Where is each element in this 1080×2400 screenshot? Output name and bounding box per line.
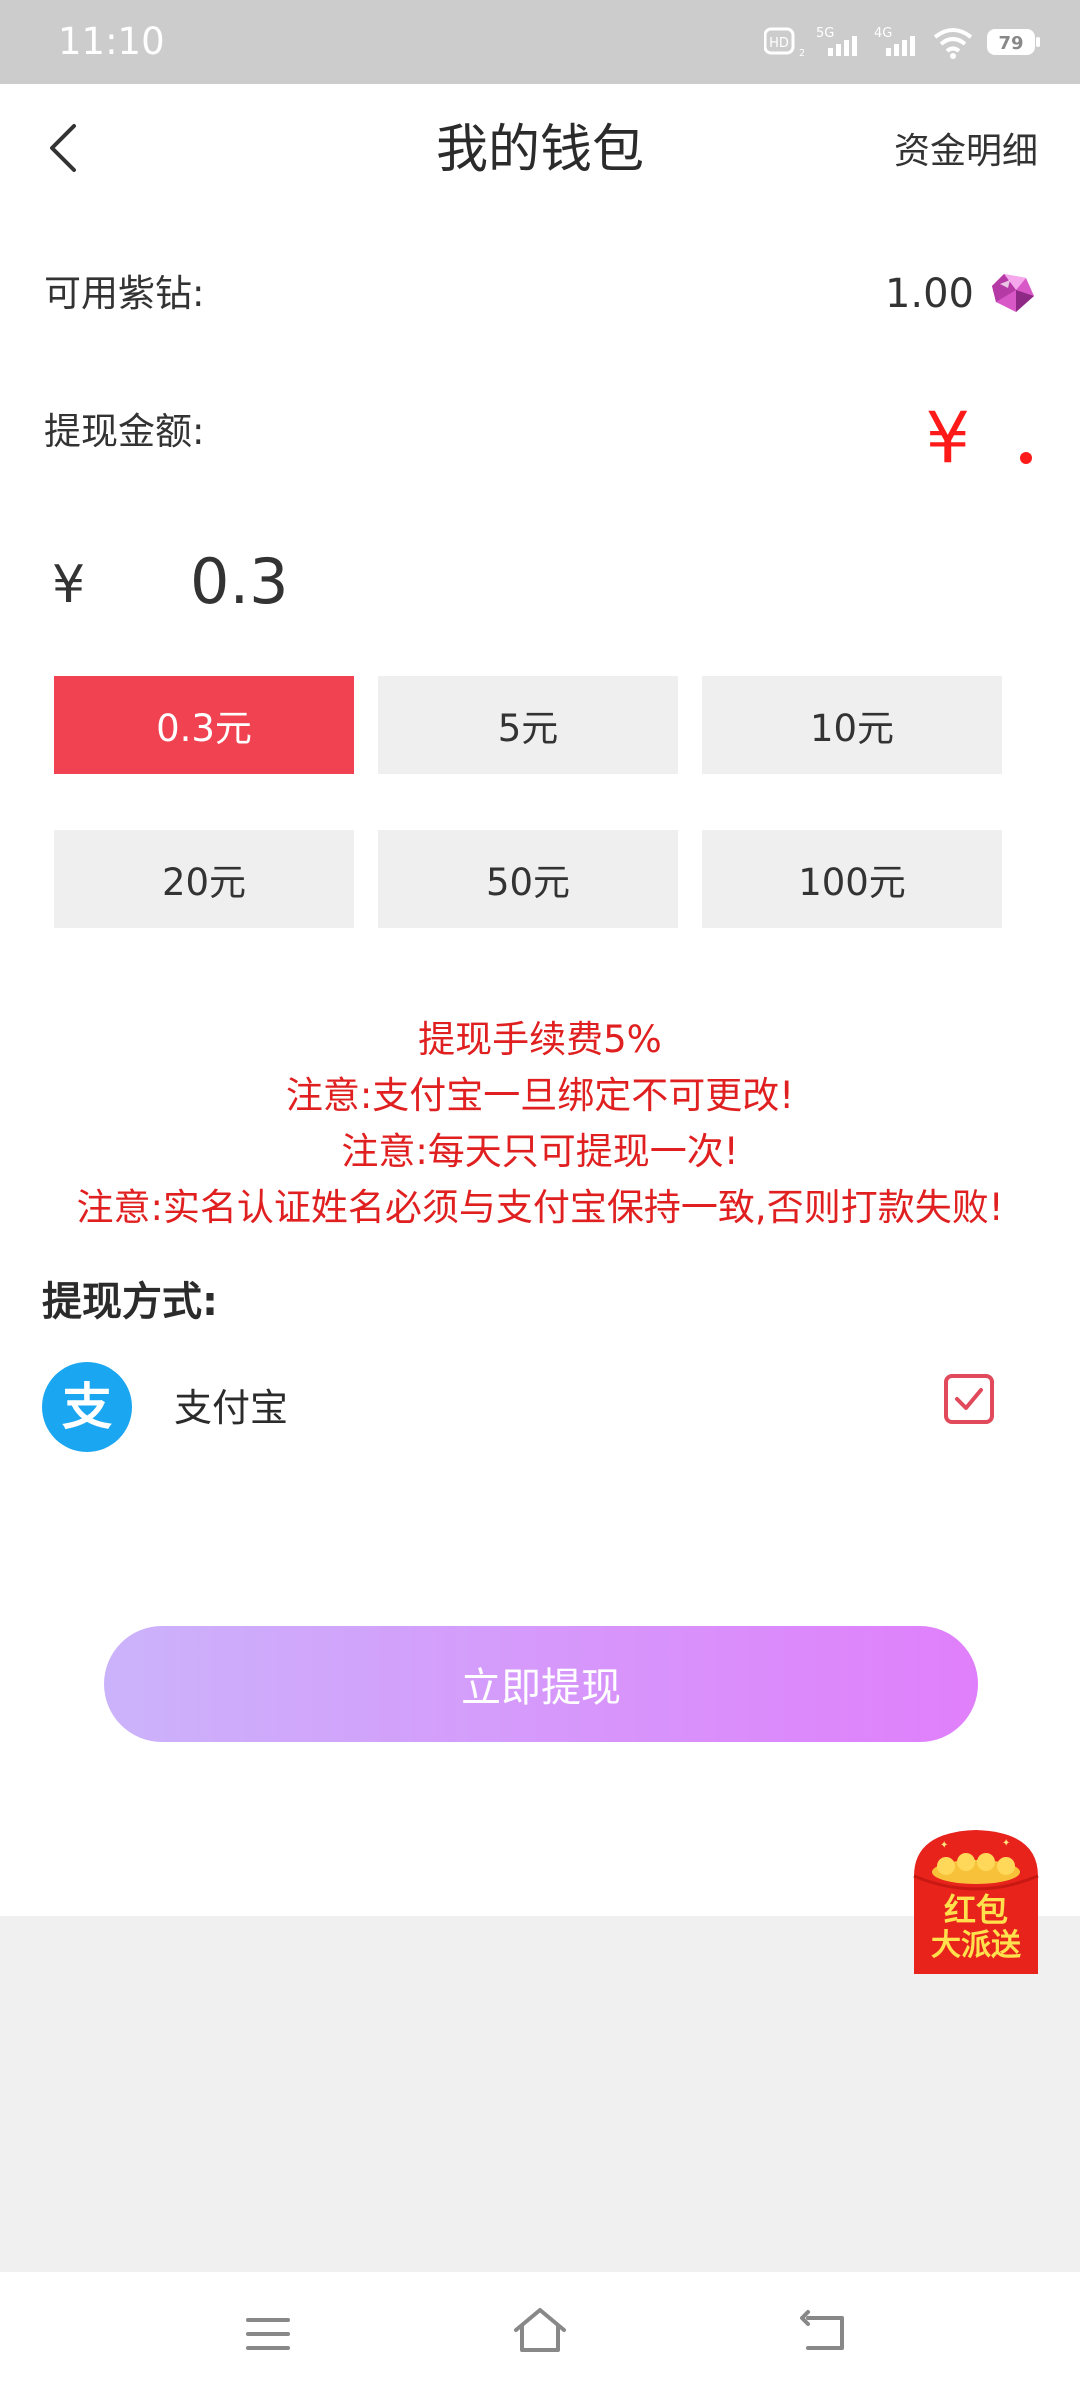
checkmark-icon bbox=[955, 1388, 983, 1410]
menu-icon[interactable] bbox=[244, 2314, 292, 2354]
fund-details-link[interactable]: 资金明细 bbox=[894, 124, 1038, 180]
red-packet-line2: 大派送 bbox=[931, 1928, 1021, 1963]
svg-text:4G: 4G bbox=[874, 26, 892, 41]
alipay-checkbox[interactable] bbox=[944, 1374, 994, 1424]
svg-text:5G: 5G bbox=[816, 26, 834, 41]
hd-icon: HD 2 bbox=[764, 27, 804, 58]
alipay-logo-icon: 支 bbox=[42, 1362, 132, 1452]
red-packet-floating-button[interactable]: ✦ ✦ 红包 大派送 bbox=[910, 1826, 1042, 1974]
svg-text:✦: ✦ bbox=[940, 1840, 948, 1851]
currency-symbol: ¥ bbox=[925, 397, 970, 479]
signal-4g-icon: 4G bbox=[874, 26, 915, 56]
amount-yen-symbol: ¥ bbox=[52, 555, 86, 615]
currency-dot bbox=[1020, 452, 1032, 464]
purple-diamond-icon bbox=[992, 274, 1034, 312]
amount-option-50[interactable]: 50元 bbox=[378, 830, 678, 928]
alipay-option-label[interactable]: 支付宝 bbox=[174, 1380, 288, 1436]
amount-option-20[interactable]: 20元 bbox=[54, 830, 354, 928]
withdraw-method-title: 提现方式: bbox=[42, 1279, 218, 1325]
status-icons: HD 2 5G 4G 79 bbox=[764, 22, 1042, 62]
withdraw-label: 提现金额: bbox=[44, 410, 205, 453]
system-navigation-bar bbox=[0, 2272, 1080, 2400]
notice-daily-limit: 注意:每天只可提现一次! bbox=[341, 1130, 739, 1173]
amount-option-5[interactable]: 5元 bbox=[378, 676, 678, 774]
red-packet-line1: 红包 bbox=[943, 1891, 1008, 1929]
diamond-value: 1.00 bbox=[884, 271, 974, 317]
status-time: 11:10 bbox=[58, 20, 165, 63]
amount-option-10[interactable]: 10元 bbox=[702, 676, 1002, 774]
withdraw-now-button[interactable]: 立即提现 bbox=[104, 1626, 978, 1742]
back-nav-icon[interactable] bbox=[800, 2308, 852, 2354]
home-icon[interactable] bbox=[512, 2306, 568, 2356]
wifi-icon bbox=[933, 28, 973, 59]
svg-text:HD: HD bbox=[769, 36, 789, 51]
amount-option-100[interactable]: 100元 bbox=[702, 830, 1002, 928]
battery-icon: 79 bbox=[987, 29, 1040, 55]
amount-input[interactable]: 0.3 bbox=[190, 546, 289, 618]
notice-real-name: 注意:实名认证姓名必须与支付宝保持一致,否则打款失败! bbox=[76, 1186, 1004, 1229]
svg-text:✦: ✦ bbox=[1002, 1838, 1010, 1849]
svg-text:2: 2 bbox=[799, 48, 804, 58]
notice-binding: 注意:支付宝一旦绑定不可更改! bbox=[285, 1074, 795, 1117]
svg-text:79: 79 bbox=[998, 33, 1023, 54]
diamond-label: 可用紫钻: bbox=[44, 272, 205, 315]
alipay-logo-char: 支 bbox=[62, 1378, 112, 1436]
amount-option-0-3[interactable]: 0.3元 bbox=[54, 676, 354, 774]
signal-5g-icon: 5G bbox=[816, 26, 857, 56]
notice-fee: 提现手续费5% bbox=[418, 1018, 662, 1061]
